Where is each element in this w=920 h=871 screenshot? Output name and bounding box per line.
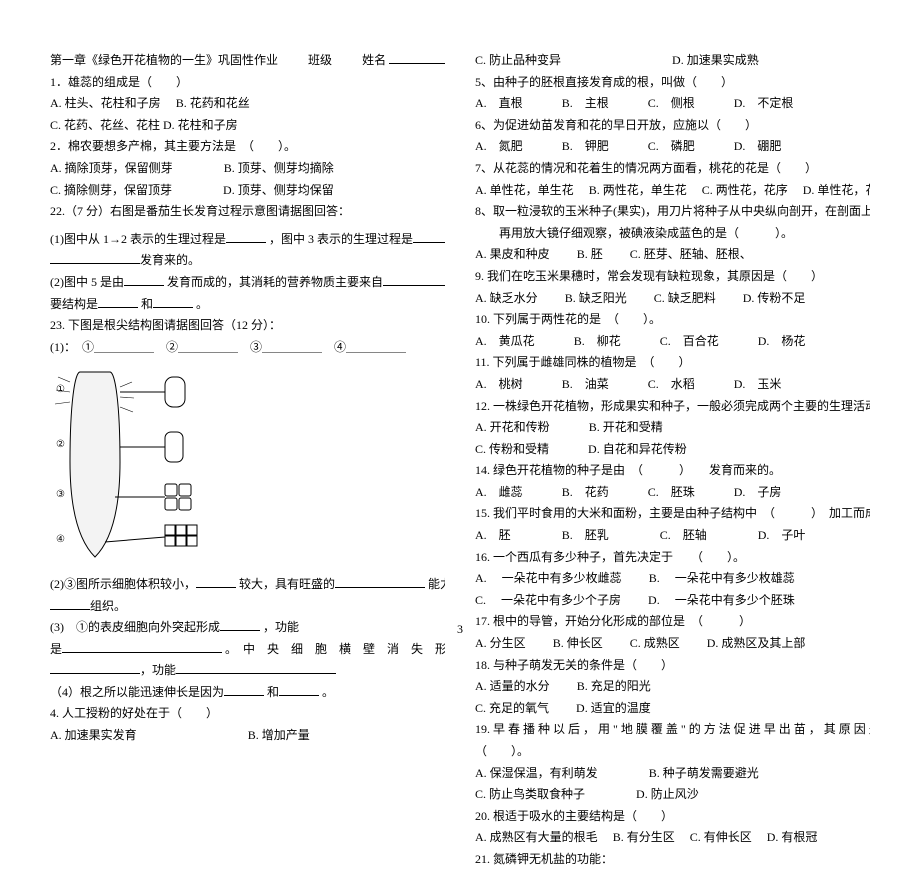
q23-p2d: 组织。 — [50, 596, 445, 618]
q16-cd: C. 一朵花中有多少个子房 D. 一朵花中有多少个胚珠 — [475, 590, 870, 612]
q23-p3: (3) ①的表皮细胞向外突起形成 ，功能 — [50, 617, 445, 639]
q23-rowlabels: (1)： ①＿＿＿＿＿ ②＿＿＿＿＿ ③＿＿＿＿＿ ④＿＿＿＿＿ — [50, 337, 445, 359]
q19-stem1: 19. 早 春 播 种 以 后 ， 用 " 地 膜 覆 盖 " 的 方 法 促 … — [475, 719, 870, 741]
worksheet-header: 第一章《绿色开花植物的一生》巩固性作业 班级 姓名 等级 — [50, 50, 445, 72]
q14-opts: A. 雌蕊 B. 花药 C. 胚珠 D. 子房 — [475, 482, 870, 504]
q2-opts-cd: C. 摘除侧芽，保留顶芽 D. 顶芽、侧芽均保留 — [50, 180, 445, 202]
worksheet-title: 第一章《绿色开花植物的一生》巩固性作业 — [50, 53, 278, 67]
q14-stem: 14. 绿色开花植物的种子是由 （ ） 发育而来的。 — [475, 460, 870, 482]
q22-stem: 22.（7 分）右图是番茄生长发育过程示意图请据图回答： — [50, 201, 445, 223]
q19-stem2: （ ）。 — [475, 741, 870, 763]
q1-a: A. 柱头、花柱和子房 — [50, 96, 161, 110]
q1-c: C. 花药、花丝、花柱 — [50, 118, 160, 132]
q5-opts: A. 直根 B. 主根 C. 侧根 D. 不定根 — [475, 93, 870, 115]
q7-opts: A. 单性花，单生花 B. 两性花，单生花 C. 两性花，花序 D. 单性花，花… — [475, 180, 870, 202]
q15-stem: 15. 我们平时食用的大米和面粉，主要是由种子结构中 （ ） 加工而成的。 — [475, 503, 870, 525]
q4x-ab: A. 加速果实发育 B. 增加产量 — [50, 725, 445, 747]
q18-cd: C. 充足的氧气 D. 适宜的温度 — [475, 698, 870, 720]
q11-stem: 11. 下列属于雌雄同株的植物是 （ ） — [475, 352, 870, 374]
q6-opts: A. 氮肥 B. 钾肥 C. 磷肥 D. 硼肥 — [475, 136, 870, 158]
left-column: 第一章《绿色开花植物的一生》巩固性作业 班级 姓名 等级 1．雄蕊的组成是（ ）… — [50, 50, 445, 649]
q1-d: D. 花柱和子房 — [163, 118, 238, 132]
q23-p3b: 是 。 中 央 细 胞 横 壁 消 失 形 成 — [50, 639, 445, 661]
name-blank — [389, 50, 445, 64]
q2-a: A. 摘除顶芽，保留侧芽 — [50, 161, 173, 175]
q23-stem: 23. 下图是根尖结构图请据图回答（12 分）： — [50, 315, 445, 337]
q23-p2: (2)③图所示细胞体积较小， 较大，具有旺盛的 能力，属于 — [50, 574, 445, 596]
q2-opts-ab: A. 摘除顶芽，保留侧芽 B. 顶芽、侧芽均摘除 — [50, 158, 445, 180]
q1-opts-cd: C. 花药、花丝、花柱 D. 花柱和子房 — [50, 115, 445, 137]
q18-stem: 18. 与种子萌发无关的条件是（ ） — [475, 655, 870, 677]
q6-stem: 6、为促进幼苗发育和花的早日开放，应施以（ ） — [475, 115, 870, 137]
q10-opts: A. 黄瓜花 B. 柳花 C. 百合花 D. 杨花 — [475, 331, 870, 353]
q7-stem: 7、从花蕊的情况和花着生的情况两方面看，桃花的花是（ ） — [475, 158, 870, 180]
svg-text:①: ① — [56, 384, 65, 395]
q2-d: D. 顶芽、侧芽均保留 — [223, 183, 334, 197]
q17-opts: A. 分生区 B. 伸长区 C. 成熟区 D. 成熟区及其上部 — [475, 633, 870, 655]
q20-opts: A. 成熟区有大量的根毛 B. 有分生区 C. 有伸长区 D. 有根冠 — [475, 827, 870, 849]
q11-opts: A. 桃树 B. 油菜 C. 水稻 D. 玉米 — [475, 374, 870, 396]
q12-stem: 12. 一株绿色开花植物，形成果实和种子，一般必须完成两个主要的生理活动，它们是… — [475, 396, 870, 418]
svg-text:④: ④ — [56, 534, 65, 545]
name-label: 姓名 — [362, 53, 386, 67]
class-label: 班级 — [308, 53, 332, 67]
q8-stem2: 再用放大镜仔细观察，被碘液染成蓝色的是（ ）。 — [475, 223, 870, 245]
q22-p1: (1)图中从 1→2 表示的生理过程是 ，图中 3 表示的生理过程是 ，图 4 … — [50, 229, 445, 251]
q2-c: C. 摘除侧芽，保留顶芽 — [50, 183, 172, 197]
q16-ab: A. 一朵花中有多少枚雌蕊 B. 一朵花中有多少枚雄蕊 — [475, 568, 870, 590]
q23-p4: （4）根之所以能迅速伸长是因为 和 。 — [50, 682, 445, 704]
q2-stem: 2．棉农要想多产棉，其主要方法是 （ ）。 — [50, 136, 445, 158]
q8-opts: A. 果皮和种皮 B. 胚 C. 胚芽、胚轴、胚根、 — [475, 244, 870, 266]
q22-p2b2: 要结构是 和 。 — [50, 294, 445, 316]
right-column: C. 防止品种变异 D. 加速果实成熟 5、由种子的胚根直接发育成的根，叫做（ … — [475, 50, 870, 649]
q18-ab: A. 适量的水分 B. 充足的阳光 — [475, 676, 870, 698]
page-number: 3 — [457, 619, 463, 641]
q4x-b: B. 增加产量 — [248, 728, 310, 742]
svg-text:②: ② — [56, 439, 65, 450]
q2-b: B. 顶芽、侧芽均摘除 — [224, 161, 334, 175]
q15-opts: A. 胚 B. 胚乳 C. 胚轴 D. 子叶 — [475, 525, 870, 547]
q1-b: B. 花药和花丝 — [176, 96, 250, 110]
svg-text:③: ③ — [56, 489, 65, 500]
q12-cd: C. 传粉和受精 D. 自花和异花传粉 — [475, 439, 870, 461]
q4x-stem: 4. 人工授粉的好处在于（ ） — [50, 703, 445, 725]
q22-p1d: 发育来的。 — [50, 250, 445, 272]
q19-cd: C. 防止鸟类取食种子 D. 防止风沙 — [475, 784, 870, 806]
q9-opts: A. 缺乏水分 B. 缺乏阳光 C. 缺乏肥料 D. 传粉不足 — [475, 288, 870, 310]
q8-stem1: 8、取一粒浸软的玉米种子(果实)，用刀片将种子从中央纵向剖开，在剖面上滴一滴稀释… — [475, 201, 870, 223]
q16-stem: 16. 一个西瓜有多少种子，首先决定于 （ ）。 — [475, 547, 870, 569]
q4x-a: A. 加速果实发育 — [50, 728, 137, 742]
root-tip-diagram: ① ② ③ ④ — [50, 362, 270, 562]
q20-stem: 20. 根适于吸水的主要结构是（ ） — [475, 806, 870, 828]
q23-p3c: ，功能 — [50, 660, 445, 682]
q9-stem: 9. 我们在吃玉米果穗时，常会发现有缺粒现象，其原因是（ ） — [475, 266, 870, 288]
q19-ab: A. 保湿保温，有利萌发 B. 种子萌发需要避光 — [475, 763, 870, 785]
q1-stem: 1．雄蕊的组成是（ ） — [50, 72, 445, 94]
q21-stem: 21. 氮磷钾无机盐的功能： — [475, 849, 870, 871]
q22-p2: (2)图中 5 是由 发育而成的，其消耗的营养物质主要来自 ，图中 1 的最主 — [50, 272, 445, 294]
q12-ab: A. 开花和传粉 B. 开花和受精 — [475, 417, 870, 439]
q5-stem: 5、由种子的胚根直接发育成的根，叫做（ ） — [475, 72, 870, 94]
q4-cd: C. 防止品种变异 D. 加速果实成熟 — [475, 50, 870, 72]
q1-opts-ab: A. 柱头、花柱和子房 B. 花药和花丝 — [50, 93, 445, 115]
q17-stem: 17. 根中的导管，开始分化形成的部位是 （ ） — [475, 611, 870, 633]
q10-stem: 10. 下列属于两性花的是 （ ）。 — [475, 309, 870, 331]
